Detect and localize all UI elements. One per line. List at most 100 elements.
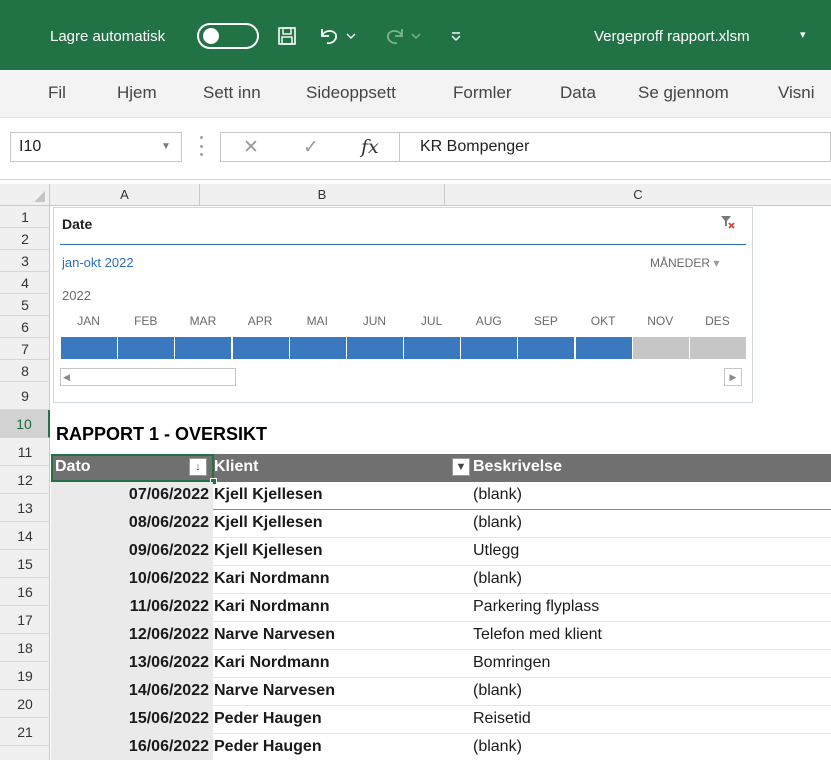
cell-klient[interactable]: Kjell Kjellesen xyxy=(214,542,323,560)
cell-dato[interactable]: 14/06/2022 xyxy=(51,682,209,700)
row-header-17[interactable]: 17 xyxy=(0,606,50,634)
cell-beskrivelse[interactable]: (blank) xyxy=(473,486,522,504)
row-header-4[interactable]: 4 xyxy=(0,272,50,294)
file-name-caret-icon[interactable]: ▾ xyxy=(800,28,806,41)
table-row[interactable]: 16/06/2022 Peder Haugen (blank) xyxy=(51,734,831,760)
table-row[interactable]: 09/06/2022 Kjell Kjellesen Utlegg xyxy=(51,538,831,566)
table-row[interactable]: 10/06/2022 Kari Nordmann (blank) xyxy=(51,566,831,594)
cancel-icon[interactable]: ✕ xyxy=(243,136,259,159)
timeline-month-label[interactable]: DES xyxy=(689,314,746,328)
header-beskrivelse[interactable]: Beskrivelse xyxy=(473,458,562,476)
file-name[interactable]: Vergeproff rapport.xlsm xyxy=(594,28,750,45)
tab-fil[interactable]: Fil xyxy=(48,83,66,103)
row-header-9[interactable]: 9 xyxy=(0,382,50,410)
autosave-toggle[interactable] xyxy=(197,23,259,49)
cell-dato[interactable]: 09/06/2022 xyxy=(51,542,209,560)
column-header-a[interactable]: A xyxy=(50,184,200,206)
cell-klient[interactable]: Kari Nordmann xyxy=(214,654,330,672)
cell-dato[interactable]: 11/06/2022 xyxy=(51,598,209,616)
tab-data[interactable]: Data xyxy=(560,83,596,103)
name-box-dropdown-icon[interactable]: ▼ xyxy=(161,141,171,152)
table-row[interactable]: 12/06/2022 Narve Narvesen Telefon med klie… xyxy=(51,622,831,650)
row-header-19[interactable]: 19 xyxy=(0,662,50,690)
cell-klient[interactable]: Kjell Kjellesen xyxy=(214,514,323,532)
row-header-3[interactable]: 3 xyxy=(0,250,50,272)
row-header-6[interactable]: 6 xyxy=(0,316,50,338)
undo-dropdown-icon[interactable] xyxy=(345,22,357,50)
scroll-left-icon[interactable]: ◀ xyxy=(63,369,70,385)
cell-klient[interactable]: Kari Nordmann xyxy=(214,570,330,588)
tab-sett-inn[interactable]: Sett inn xyxy=(203,83,261,103)
tab-sideoppsett[interactable]: Sideoppsett xyxy=(306,83,396,103)
row-header-11[interactable]: 11 xyxy=(0,438,50,466)
cell-dato[interactable]: 12/06/2022 xyxy=(51,626,209,644)
row-header-1[interactable]: 1 xyxy=(0,206,50,228)
table-row[interactable]: 11/06/2022 Kari Nordmann Parkering flyplas… xyxy=(51,594,831,622)
timeline-month-segment[interactable] xyxy=(346,337,404,359)
header-klient[interactable]: Klient xyxy=(214,458,258,476)
row-header-7[interactable]: 7 xyxy=(0,338,50,360)
timeline-month-segment[interactable] xyxy=(175,337,233,359)
row-header-8[interactable]: 8 xyxy=(0,360,50,382)
redo-icon[interactable] xyxy=(382,22,408,50)
cell-beskrivelse[interactable]: (blank) xyxy=(473,682,522,700)
timeline-month-label[interactable]: SEP xyxy=(517,314,574,328)
timeline-month-segment[interactable] xyxy=(118,337,176,359)
table-row[interactable]: 07/06/2022 Kjell Kjellesen (blank) xyxy=(51,482,831,510)
timeline-slicer[interactable]: Date jan-okt 2022 MÅNEDER ▾ 2022 JAN FEB M… xyxy=(53,207,753,403)
timeline-month-label[interactable]: JUL xyxy=(403,314,460,328)
timeline-month-label[interactable]: MAR xyxy=(174,314,231,328)
insert-function-icon[interactable]: fx xyxy=(361,136,379,158)
timeline-scrollbar[interactable]: ◀ xyxy=(60,368,236,386)
column-header-c[interactable]: C xyxy=(445,184,831,206)
row-header-18[interactable]: 18 xyxy=(0,634,50,662)
formula-bar-resize-handle[interactable] xyxy=(200,132,204,160)
save-icon[interactable] xyxy=(275,22,299,50)
timeline-month-segment[interactable] xyxy=(289,337,347,359)
row-header-15[interactable]: 15 xyxy=(0,550,50,578)
timeline-month-segment[interactable] xyxy=(404,337,462,359)
timeline-month-label[interactable]: NOV xyxy=(632,314,689,328)
cell-klient[interactable]: Peder Haugen xyxy=(214,710,322,728)
row-header-10[interactable]: 10 xyxy=(0,410,50,438)
row-header-5[interactable]: 5 xyxy=(0,294,50,316)
timeline-month-segment[interactable] xyxy=(575,337,633,359)
cell-beskrivelse[interactable]: (blank) xyxy=(473,570,522,588)
customize-qat-icon[interactable] xyxy=(448,22,464,50)
cell-dato[interactable]: 10/06/2022 xyxy=(51,570,209,588)
cell-beskrivelse[interactable]: Bomringen xyxy=(473,654,550,672)
table-row[interactable]: 08/06/2022 Kjell Kjellesen (blank) xyxy=(51,510,831,538)
row-header-12[interactable]: 12 xyxy=(0,466,50,494)
cell-beskrivelse[interactable]: Telefon med klient xyxy=(473,626,602,644)
clear-filter-icon[interactable] xyxy=(720,214,736,230)
cell-dato[interactable]: 16/06/2022 xyxy=(51,738,209,756)
row-header-20[interactable]: 20 xyxy=(0,690,50,718)
row-header-21[interactable]: 21 xyxy=(0,718,50,746)
timeline-month-segment[interactable] xyxy=(461,337,519,359)
table-row[interactable]: 13/06/2022 Kari Nordmann Bomringen xyxy=(51,650,831,678)
name-box[interactable]: I10 ▼ xyxy=(10,132,182,162)
cell-beskrivelse[interactable]: Utlegg xyxy=(473,542,519,560)
timeline-bar[interactable] xyxy=(61,337,747,359)
cell-klient[interactable]: Peder Haugen xyxy=(214,738,322,756)
timeline-month-label[interactable]: OKT xyxy=(575,314,632,328)
enter-icon[interactable]: ✓ xyxy=(303,136,319,159)
cell-beskrivelse[interactable]: (blank) xyxy=(473,738,522,756)
row-header-13[interactable]: 13 xyxy=(0,494,50,522)
timeline-month-segment[interactable] xyxy=(232,337,290,359)
timeline-month-label[interactable]: JAN xyxy=(60,314,117,328)
cell-dato[interactable]: 07/06/2022 xyxy=(51,486,209,504)
timeline-month-segment[interactable] xyxy=(61,337,119,359)
cell-beskrivelse[interactable]: (blank) xyxy=(473,514,522,532)
tab-formler[interactable]: Formler xyxy=(453,83,512,103)
timeline-month-segment[interactable] xyxy=(632,337,690,359)
timeline-month-segment[interactable] xyxy=(689,337,747,359)
time-level-selector[interactable]: MÅNEDER ▾ xyxy=(650,256,719,270)
timeline-month-label[interactable]: AUG xyxy=(460,314,517,328)
cell-dato[interactable]: 13/06/2022 xyxy=(51,654,209,672)
cell-klient[interactable]: Kari Nordmann xyxy=(214,598,330,616)
table-row[interactable]: 14/06/2022 Narve Narvesen (blank) xyxy=(51,678,831,706)
scroll-right-icon[interactable]: ▶ xyxy=(724,368,742,386)
tab-hjem[interactable]: Hjem xyxy=(117,83,157,103)
column-header-b[interactable]: B xyxy=(200,184,445,206)
